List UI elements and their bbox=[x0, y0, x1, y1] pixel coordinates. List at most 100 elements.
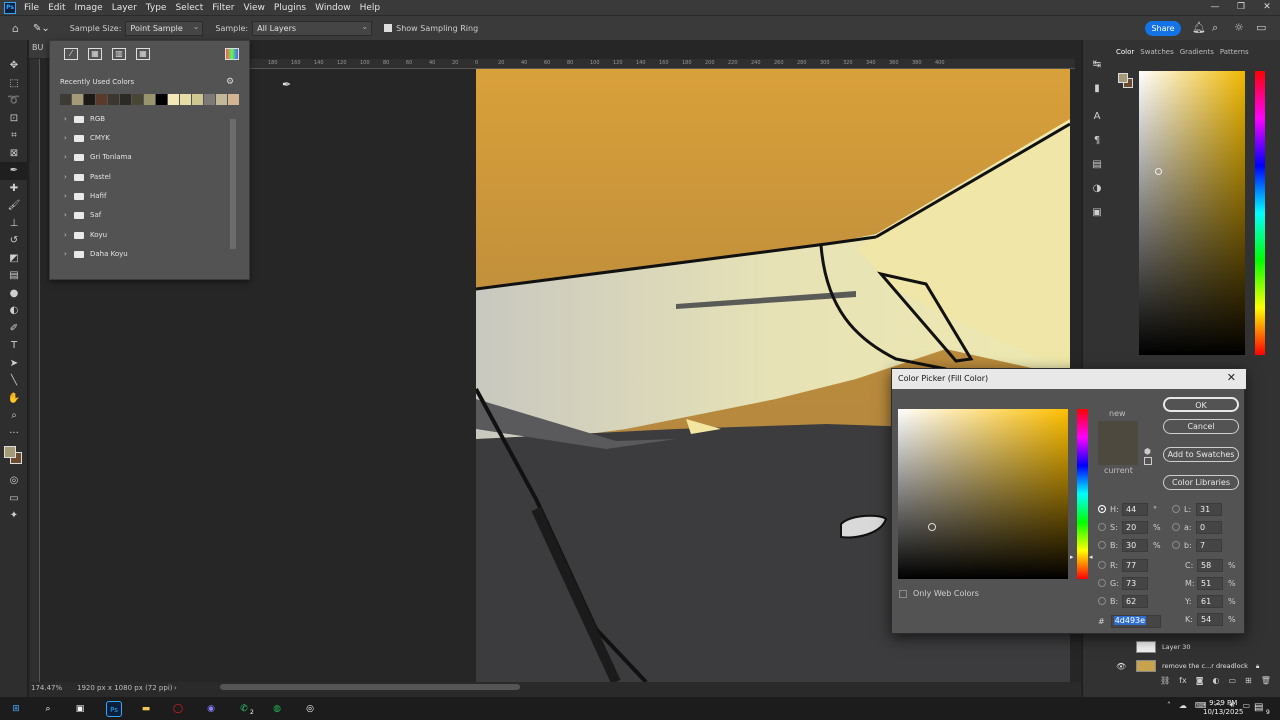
green-field[interactable]: G: 73 bbox=[1098, 576, 1148, 590]
minimize-icon[interactable]: — bbox=[1202, 0, 1228, 15]
app-icon[interactable]: ◎ bbox=[302, 701, 318, 717]
zoom-readout[interactable]: 174.47% bbox=[31, 684, 62, 692]
blur-tool-icon[interactable]: ● bbox=[0, 285, 28, 303]
list-view-icon[interactable]: ▥ bbox=[112, 48, 126, 60]
black-field[interactable]: K: 54% bbox=[1185, 612, 1236, 626]
swatch-folder[interactable]: › Pastel bbox=[64, 169, 111, 185]
grid-view-icon[interactable]: ▦ bbox=[88, 48, 102, 60]
cloud-icon[interactable]: ☁ bbox=[1179, 701, 1187, 710]
recent-color-swatch[interactable] bbox=[72, 94, 83, 105]
recent-color-swatch[interactable] bbox=[120, 94, 131, 105]
layer-row[interactable]: 👁︎ remove the c...r dreadlock 🔒︎ bbox=[1110, 657, 1270, 675]
search-icon[interactable]: ⌕ bbox=[1212, 21, 1218, 35]
close-icon[interactable]: ✕ bbox=[1227, 371, 1236, 384]
move-tool-icon[interactable]: ✥ bbox=[0, 57, 28, 75]
more-tools-icon[interactable]: ··· bbox=[0, 425, 28, 443]
lab-b-field[interactable]: b: 7 bbox=[1172, 538, 1222, 552]
eyedropper-preset-icon[interactable]: ✎⌄ bbox=[33, 23, 50, 34]
yellow-field[interactable]: Y: 61% bbox=[1185, 594, 1236, 608]
dialog-hue-slider[interactable] bbox=[1077, 409, 1088, 579]
hex-field[interactable]: # 4d493e bbox=[1098, 615, 1161, 628]
eyedropper-tool-icon[interactable]: ✒ bbox=[0, 162, 28, 180]
green-radio[interactable] bbox=[1098, 579, 1106, 587]
document-tab[interactable]: BU bbox=[29, 40, 51, 58]
line-tool-icon[interactable]: ╲ bbox=[0, 372, 28, 390]
group-icon[interactable]: ▭ bbox=[1228, 676, 1236, 685]
frame-tool-icon[interactable]: ⊠ bbox=[0, 145, 28, 163]
status-arrow-icon[interactable]: › bbox=[174, 684, 177, 692]
menu-image[interactable]: Image bbox=[75, 3, 103, 13]
cyan-field[interactable]: C: 58% bbox=[1185, 558, 1236, 572]
notifications-icon[interactable]: ▤ bbox=[1254, 702, 1263, 713]
blue-field[interactable]: B: 62 bbox=[1098, 594, 1148, 608]
red-field[interactable]: R: 77 bbox=[1098, 558, 1148, 572]
sample-size-select[interactable]: Point Sample bbox=[125, 20, 204, 36]
history-brush-icon[interactable]: ↺ bbox=[0, 232, 28, 250]
recent-color-swatch[interactable] bbox=[84, 94, 95, 105]
brightness-field[interactable]: B: 30% bbox=[1098, 538, 1161, 552]
home-icon[interactable]: ⌂ bbox=[12, 22, 19, 35]
red-radio[interactable] bbox=[1098, 561, 1106, 569]
sample-select[interactable]: All Layers bbox=[252, 20, 373, 36]
menu-type[interactable]: Type bbox=[146, 3, 167, 13]
no-color-swatch-icon[interactable]: ⁄ bbox=[64, 48, 78, 60]
recent-color-swatch[interactable] bbox=[108, 94, 119, 105]
only-web-colors-checkbox[interactable]: Only Web Colors bbox=[899, 589, 979, 598]
swatch-folder[interactable]: › RGB bbox=[64, 111, 105, 127]
opera-icon[interactable]: ◯ bbox=[170, 701, 186, 717]
restore-icon[interactable]: ❐ bbox=[1228, 0, 1254, 15]
recent-color-swatch[interactable] bbox=[156, 94, 167, 105]
healing-brush-icon[interactable]: ✚ bbox=[0, 180, 28, 198]
lightbulb-icon[interactable]: ☼ bbox=[1234, 21, 1244, 34]
menu-filter[interactable]: Filter bbox=[212, 3, 234, 13]
brightness-radio[interactable] bbox=[1098, 541, 1106, 549]
windows-start-icon[interactable]: ⊞ bbox=[8, 701, 24, 717]
adjustment-layer-icon[interactable]: ◐ bbox=[1212, 676, 1219, 685]
type-tool-icon[interactable]: T bbox=[0, 337, 28, 355]
only-web-colors-box[interactable] bbox=[899, 589, 907, 598]
share-button[interactable]: Share bbox=[1145, 21, 1181, 36]
lasso-tool-icon[interactable]: ➰ bbox=[0, 92, 28, 110]
ok-button[interactable]: OK bbox=[1163, 397, 1239, 412]
large-grid-icon[interactable]: ▦ bbox=[136, 48, 150, 60]
object-select-tool-icon[interactable]: ⊡ bbox=[0, 110, 28, 128]
current-color-swatch[interactable] bbox=[1098, 443, 1138, 465]
hue-radio[interactable] bbox=[1098, 505, 1106, 513]
color-picker-swatch-icon[interactable] bbox=[225, 48, 239, 60]
crop-tool-icon[interactable]: ⌗ bbox=[0, 127, 28, 145]
brush-tool-icon[interactable]: 🖌︎ bbox=[0, 197, 28, 215]
menu-help[interactable]: Help bbox=[360, 3, 381, 13]
recent-color-swatch[interactable] bbox=[216, 94, 227, 105]
cancel-button[interactable]: Cancel bbox=[1163, 419, 1239, 434]
hue-slider-arrow-icon[interactable]: ◂ bbox=[1089, 553, 1093, 561]
hue-slider-arrow-icon[interactable]: ▸ bbox=[1070, 553, 1074, 561]
swatch-folder[interactable]: › Saf bbox=[64, 207, 101, 223]
eraser-tool-icon[interactable]: ◩ bbox=[0, 250, 28, 268]
bell-icon[interactable]: 🔔︎ bbox=[1192, 21, 1206, 34]
history-panel-icon[interactable]: ↹ bbox=[1083, 52, 1111, 76]
color-libraries-button[interactable]: Color Libraries bbox=[1163, 475, 1239, 490]
gradient-tool-icon[interactable]: ▤ bbox=[0, 267, 28, 285]
swatch-folder[interactable]: › Daha Koyu bbox=[64, 246, 128, 262]
character-panel-icon[interactable]: A bbox=[1083, 104, 1111, 128]
photoshop-taskbar-icon[interactable]: Ps bbox=[106, 701, 122, 717]
magenta-field[interactable]: M: 51% bbox=[1185, 576, 1236, 590]
swatch-folder[interactable]: › Koyu bbox=[64, 227, 107, 243]
sampling-ring-checkbox[interactable] bbox=[384, 24, 393, 32]
comments-panel-icon[interactable]: ▮ bbox=[1083, 76, 1111, 100]
discord-icon[interactable]: ◉ bbox=[203, 701, 219, 717]
saturation-radio[interactable] bbox=[1098, 523, 1106, 531]
gamut-warning-icon[interactable]: ⬢ bbox=[1144, 447, 1151, 456]
libraries-panel-icon[interactable]: ▤ bbox=[1083, 152, 1111, 176]
workspace-icon[interactable]: ▭ bbox=[1256, 21, 1266, 34]
tab-patterns[interactable]: Patterns bbox=[1220, 48, 1249, 64]
hue-slider[interactable] bbox=[1255, 71, 1265, 355]
quick-mask-icon[interactable]: ◎ bbox=[0, 472, 28, 490]
screen-mode-icon[interactable]: ▭ bbox=[0, 490, 28, 508]
path-select-icon[interactable]: ➤ bbox=[0, 355, 28, 373]
link-layers-icon[interactable]: ⛓ bbox=[1160, 676, 1170, 685]
color-swatches[interactable] bbox=[0, 442, 27, 472]
layer-mask-icon[interactable]: ◙ bbox=[1196, 676, 1204, 685]
recent-color-swatch[interactable] bbox=[192, 94, 203, 105]
zoom-tool-icon[interactable]: ⌕ bbox=[0, 407, 28, 425]
